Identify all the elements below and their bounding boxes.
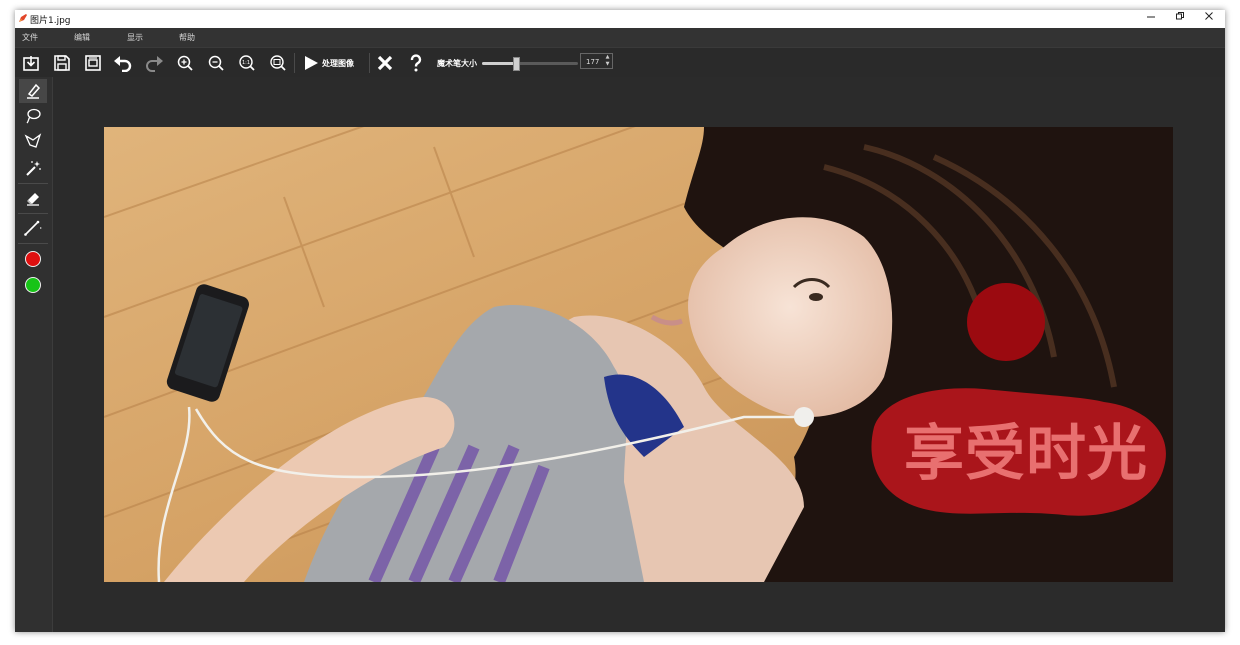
- toolbar-separator: [369, 53, 370, 73]
- process-image-label[interactable]: 处理图像: [322, 58, 354, 69]
- brush-size-value: 177: [586, 58, 600, 66]
- spin-up-icon[interactable]: ▲: [604, 54, 611, 61]
- marker-tool[interactable]: [19, 79, 47, 103]
- undo-button[interactable]: [111, 52, 135, 74]
- eye: [809, 293, 823, 301]
- actual-size-button[interactable]: 1:1: [235, 52, 259, 74]
- spin-arrows[interactable]: ▲ ▼: [604, 54, 611, 68]
- red-color-swatch[interactable]: [19, 247, 47, 271]
- app-window: 图片1.jpg 文件 编辑 显示 帮助 1:1 处理图像 魔术笔大小 177 ▲…: [15, 10, 1225, 632]
- menu-view[interactable]: 显示: [127, 32, 143, 43]
- zoom-out-button[interactable]: [204, 52, 228, 74]
- menu-file[interactable]: 文件: [22, 32, 38, 43]
- red-dot-mark: [967, 283, 1045, 361]
- eraser-tool[interactable]: [19, 186, 47, 210]
- zoom-out-icon: [208, 55, 224, 71]
- help-button[interactable]: [404, 52, 428, 74]
- green-color-swatch[interactable]: [19, 273, 47, 297]
- toolbar-separator: [294, 53, 295, 73]
- tool-separator: [18, 183, 48, 184]
- play-icon: [305, 56, 318, 70]
- redo-icon: [146, 56, 163, 72]
- menu-edit[interactable]: 编辑: [74, 32, 90, 43]
- minimize-icon: [1147, 16, 1155, 18]
- actual-size-glyph: 1:1: [242, 60, 250, 66]
- tool-separator: [18, 213, 48, 214]
- lasso-icon: [26, 108, 41, 124]
- overlay-text: 享受时光: [904, 419, 1148, 489]
- line-tool[interactable]: [19, 216, 47, 240]
- fit-window-button[interactable]: [266, 52, 290, 74]
- brush-size-slider[interactable]: [482, 57, 578, 71]
- title-bar: 图片1.jpg: [15, 10, 1225, 28]
- tool-separator: [18, 243, 48, 244]
- eraser-icon: [27, 193, 39, 206]
- marker-icon: [27, 83, 41, 99]
- close-button[interactable]: [1195, 11, 1223, 27]
- save-icon: [54, 55, 70, 71]
- restore-icon: [1176, 12, 1184, 20]
- toolbar: 1:1 处理图像 魔术笔大小 177 ▲ ▼: [15, 47, 1225, 78]
- save-as-button[interactable]: [81, 52, 105, 74]
- spin-down-icon[interactable]: ▼: [604, 61, 611, 68]
- photo-canvas[interactable]: 享受时光: [104, 127, 1173, 582]
- import-button[interactable]: [19, 52, 43, 74]
- tool-panel: [15, 77, 53, 632]
- save-button[interactable]: [50, 52, 74, 74]
- line-icon: [24, 220, 42, 236]
- minimize-button[interactable]: [1137, 11, 1165, 27]
- earbud: [794, 407, 814, 427]
- close-icon: [1205, 12, 1213, 20]
- polygon-lasso-icon: [24, 133, 42, 148]
- brush-size-label: 魔术笔大小: [437, 59, 477, 68]
- menu-help[interactable]: 帮助: [179, 32, 195, 43]
- red-color-icon: [25, 251, 41, 267]
- canvas-area[interactable]: 享受时光: [53, 77, 1225, 632]
- polygon-lasso-tool[interactable]: [19, 130, 47, 154]
- zoom-in-button[interactable]: [173, 52, 197, 74]
- brush-size-spinbox[interactable]: 177 ▲ ▼: [580, 53, 613, 69]
- restore-button[interactable]: [1166, 11, 1194, 27]
- slider-handle[interactable]: [512, 57, 520, 71]
- window-title: 图片1.jpg: [30, 16, 71, 26]
- magic-wand-icon: [26, 161, 41, 176]
- green-color-icon: [25, 277, 41, 293]
- magic-wand-tool[interactable]: [19, 156, 47, 180]
- actual-size-icon: 1:1: [239, 55, 255, 71]
- process-image-button[interactable]: [299, 52, 323, 74]
- lasso-tool[interactable]: [19, 104, 47, 128]
- slider-fill: [482, 62, 516, 65]
- help-icon: [410, 54, 422, 72]
- photo-image[interactable]: [104, 127, 1173, 582]
- undo-icon: [114, 56, 132, 72]
- fit-window-icon: [270, 55, 286, 71]
- redo-button[interactable]: [142, 52, 166, 74]
- import-icon: [23, 56, 39, 71]
- app-icon: [19, 14, 27, 22]
- save-as-icon: [85, 55, 101, 71]
- zoom-in-icon: [177, 55, 193, 71]
- menu-bar: 文件 编辑 显示 帮助: [15, 28, 1225, 47]
- clear-icon: [377, 55, 393, 71]
- clear-button[interactable]: [373, 52, 397, 74]
